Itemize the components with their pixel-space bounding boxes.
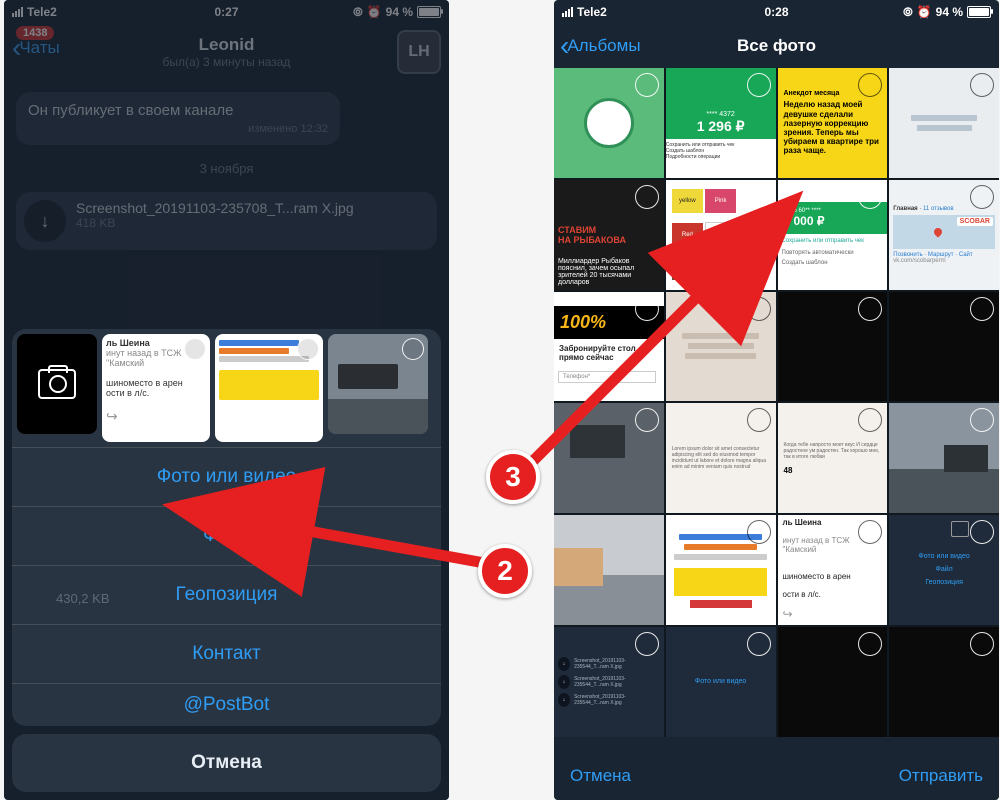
send-button[interactable]: Отправить (899, 766, 983, 786)
photo-thumbnail[interactable] (328, 334, 428, 434)
select-circle-icon[interactable] (635, 408, 659, 432)
select-circle-icon[interactable] (635, 297, 659, 321)
select-circle-icon[interactable] (970, 297, 994, 321)
grid-cell[interactable]: **** 43721 296 ₽Сохранить или отправить … (666, 68, 776, 178)
select-circle-icon[interactable] (858, 632, 882, 656)
cancel-button[interactable]: Отмена (570, 766, 631, 786)
nav-header: ‹ Альбомы Все фото (554, 24, 999, 68)
annotation-step-2: 2 (478, 544, 532, 598)
nav-title: Все фото (737, 36, 816, 56)
back-albums-button[interactable]: ‹ Альбомы (560, 32, 641, 60)
select-circle-icon[interactable] (747, 520, 771, 544)
select-circle-icon[interactable] (635, 632, 659, 656)
select-circle-icon[interactable] (297, 338, 319, 360)
photo-thumbnail[interactable] (215, 334, 323, 442)
grid-cell[interactable]: ↓Screenshot_20191103-235544_T...ram X.jp… (554, 627, 664, 737)
select-circle-icon[interactable] (747, 185, 771, 209)
select-circle-icon[interactable] (635, 185, 659, 209)
file-size-bg: 430,2 KB (56, 591, 110, 606)
photo-grid[interactable]: **** 43721 296 ₽Сохранить или отправить … (554, 68, 999, 737)
grid-cell[interactable]: Когда тебе напросто моет вкус И сердце р… (778, 403, 888, 513)
grid-cell[interactable] (554, 515, 664, 625)
status-bar: Tele2 0:28 ⦾ ⏰ 94 % (554, 0, 999, 24)
grid-cell[interactable]: Фото или видеоФайлГеопозиция (889, 515, 999, 625)
select-circle-icon[interactable] (635, 73, 659, 97)
signal-icon (562, 7, 573, 17)
grid-cell[interactable]: yellow Pink Red White Brown orange (666, 180, 776, 290)
menu-file[interactable]: Файл (12, 506, 441, 565)
select-circle-icon[interactable] (970, 185, 994, 209)
phone-left: Tele2 0:27 ⦾ ⏰ 94 % 1438 ‹ Чаты Leonid б… (4, 0, 449, 800)
select-circle-icon[interactable] (970, 73, 994, 97)
select-circle-icon[interactable] (970, 408, 994, 432)
menu-photo-video[interactable]: Фото или видео (12, 447, 441, 506)
select-circle-icon[interactable] (402, 338, 424, 360)
select-circle-icon[interactable] (747, 408, 771, 432)
grid-cell[interactable] (666, 515, 776, 625)
menu-postbot[interactable]: @PostBot (12, 683, 441, 726)
select-circle-icon[interactable] (747, 632, 771, 656)
annotation-step-3: 3 (486, 450, 540, 504)
camera-icon (38, 369, 76, 399)
grid-cell[interactable]: Главная · 11 отзывовSCOBARПозвонить · Ма… (889, 180, 999, 290)
alarm-icon: ⏰ (917, 5, 932, 19)
bottom-bar: Отмена Отправить (554, 752, 999, 800)
camera-button[interactable] (17, 334, 97, 434)
select-circle-icon[interactable] (184, 338, 206, 360)
select-circle-icon[interactable] (858, 73, 882, 97)
grid-cell[interactable] (666, 292, 776, 402)
phone-right: Tele2 0:28 ⦾ ⏰ 94 % ‹ Альбомы Все фото *… (554, 0, 999, 800)
grid-cell[interactable]: СТАВИМНА РЫБАКОВАМиллиардер Рыбаков пояс… (554, 180, 664, 290)
grid-cell[interactable] (889, 68, 999, 178)
grid-cell[interactable] (778, 292, 888, 402)
grid-cell[interactable] (554, 403, 664, 513)
menu-contact[interactable]: Контакт (12, 624, 441, 683)
select-circle-icon[interactable] (970, 520, 994, 544)
grid-cell[interactable]: ль Шеинаинут назад в ТСЖ "Камскийшиномес… (778, 515, 888, 625)
grid-cell[interactable]: Lorem ipsum dolor sit amet consectetur a… (666, 403, 776, 513)
select-circle-icon[interactable] (970, 632, 994, 656)
select-circle-icon[interactable] (747, 73, 771, 97)
select-circle-icon[interactable] (858, 408, 882, 432)
grid-cell[interactable] (778, 627, 888, 737)
cancel-button[interactable]: Отмена (12, 734, 441, 792)
select-circle-icon[interactable] (747, 297, 771, 321)
grid-cell[interactable]: Анекдот месяцаНеделю назад моей девушке … (778, 68, 888, 178)
photo-strip: ль Шеина инут назад в ТСЖ "Камский шином… (12, 329, 441, 447)
carrier-label: Tele2 (577, 5, 607, 19)
grid-cell[interactable]: 4276 60** ****4 000 ₽Сохранить или отпра… (778, 180, 888, 290)
battery-pct: 94 % (936, 5, 963, 19)
grid-cell[interactable] (889, 403, 999, 513)
grid-cell[interactable] (554, 68, 664, 178)
battery-icon (967, 6, 991, 18)
grid-cell[interactable] (889, 627, 999, 737)
select-circle-icon[interactable] (858, 185, 882, 209)
grid-cell[interactable] (889, 292, 999, 402)
action-sheet: ль Шеина инут назад в ТСЖ "Камский шином… (12, 329, 441, 792)
grid-cell[interactable]: Фото или видео (666, 627, 776, 737)
lock-icon: ⦾ (903, 5, 913, 20)
grid-cell[interactable]: 100%Забронируйте стол прямо сейчасТелефо… (554, 292, 664, 402)
photo-thumbnail[interactable]: ль Шеина инут назад в ТСЖ "Камский шином… (102, 334, 210, 442)
select-circle-icon[interactable] (858, 297, 882, 321)
